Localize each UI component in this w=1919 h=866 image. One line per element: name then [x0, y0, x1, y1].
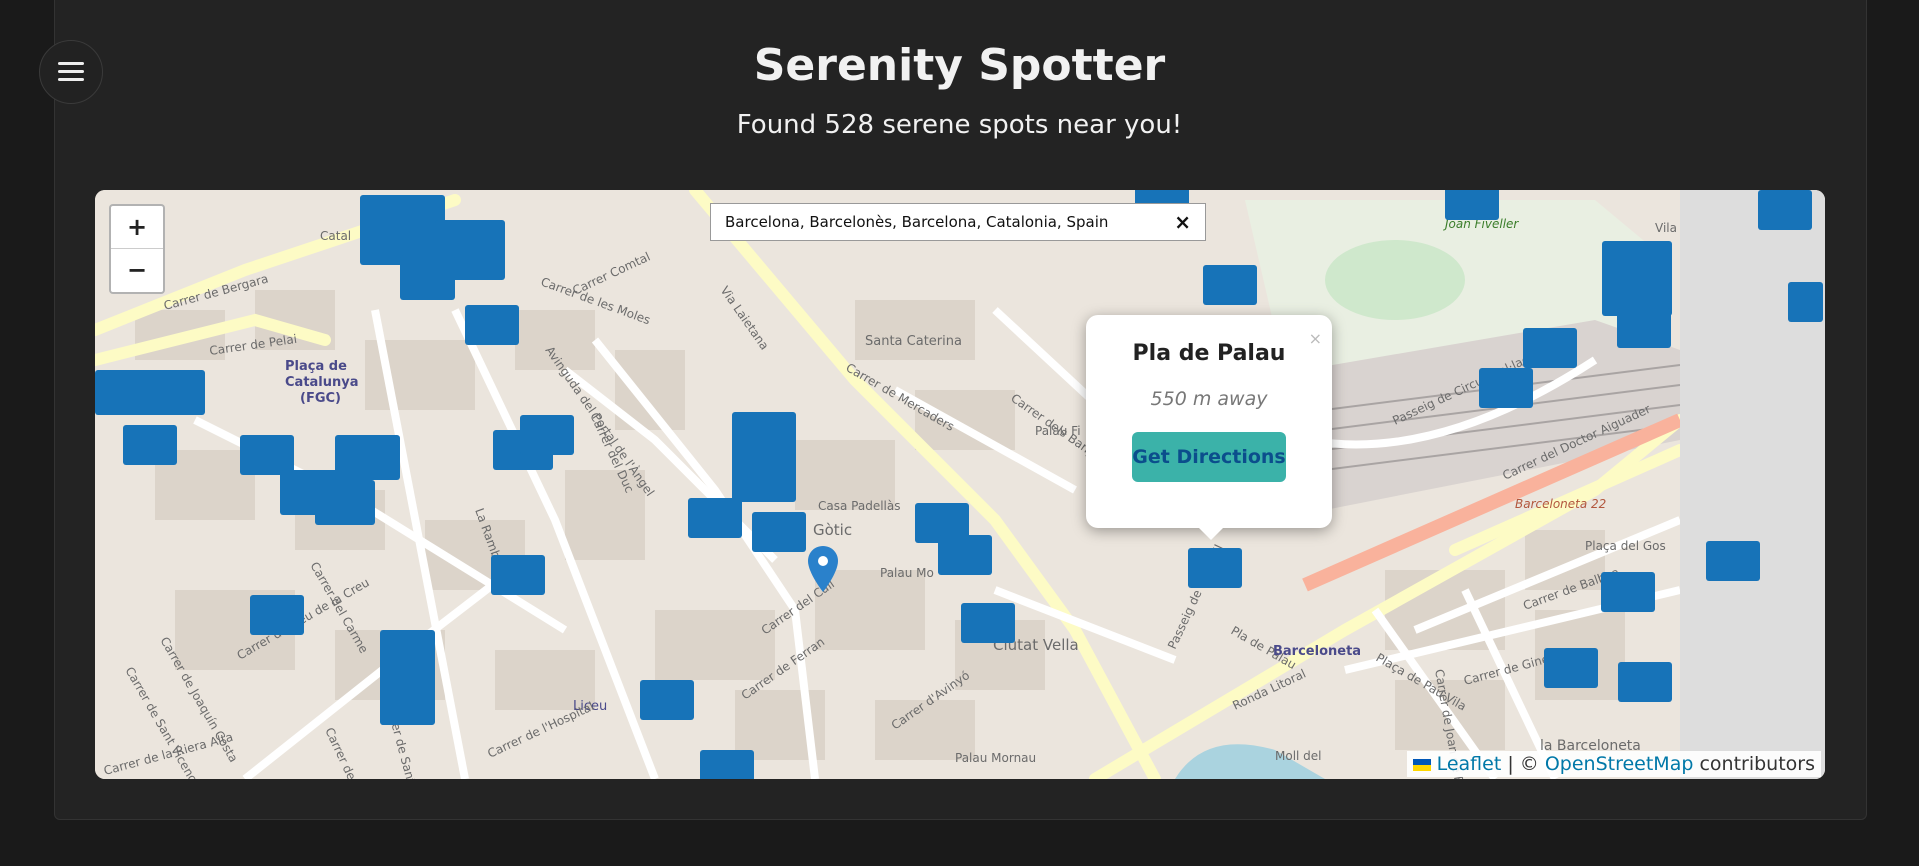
spot-marker[interactable]	[491, 555, 545, 595]
openstreetmap-link[interactable]: OpenStreetMap	[1545, 753, 1694, 775]
zoom-control: + −	[109, 204, 165, 294]
spot-marker[interactable]	[1445, 190, 1499, 220]
map-label: Plaça del Gos	[1585, 539, 1666, 553]
spot-marker[interactable]	[732, 412, 796, 502]
close-icon[interactable]: ×	[1309, 329, 1322, 348]
spot-marker[interactable]	[1523, 328, 1577, 368]
spot-marker[interactable]	[688, 498, 742, 538]
spot-marker[interactable]	[250, 595, 304, 635]
map-label: Gòtic	[813, 521, 852, 539]
map-label: Catalunya	[285, 375, 359, 390]
spot-marker[interactable]	[1617, 308, 1671, 348]
leaflet-link[interactable]: Leaflet	[1437, 753, 1502, 775]
spot-marker[interactable]	[1788, 282, 1823, 322]
spot-marker[interactable]	[961, 603, 1015, 643]
map-unloaded-area	[1680, 190, 1825, 779]
map-label: Palau Mo	[880, 566, 934, 580]
spot-marker[interactable]	[938, 535, 992, 575]
spot-marker[interactable]	[700, 750, 754, 779]
spot-marker[interactable]	[465, 305, 519, 345]
attribution-suffix: contributors	[1699, 753, 1815, 775]
spot-marker[interactable]	[1758, 190, 1812, 230]
spots-count-text: Found 528 serene spots near you!	[736, 110, 1183, 140]
ukraine-flag-icon	[1412, 758, 1431, 771]
spot-marker[interactable]	[123, 425, 177, 465]
map-label: Barceloneta 22	[1515, 497, 1606, 511]
spot-marker[interactable]	[1203, 265, 1257, 305]
map-label: Catal	[320, 229, 351, 243]
spot-marker[interactable]	[1188, 548, 1242, 588]
spot-marker[interactable]	[1618, 662, 1672, 702]
map-label: Palau Mornau	[955, 751, 1036, 765]
map-attribution: Leaflet | © OpenStreetMap contributors	[1406, 751, 1821, 777]
spot-marker[interactable]	[1544, 648, 1598, 688]
clear-search-icon[interactable]: ×	[1174, 210, 1191, 234]
zoom-out-button[interactable]: −	[111, 249, 163, 291]
map-label: (FGC)	[300, 391, 341, 406]
spot-distance: 550 m away	[1150, 388, 1268, 410]
spot-marker[interactable]	[1479, 368, 1533, 408]
map-label: Moll del	[1275, 749, 1322, 763]
spot-name: Pla de Palau	[1132, 341, 1286, 366]
map-label: Plaça de	[285, 359, 347, 374]
spot-marker[interactable]	[520, 415, 574, 455]
spot-marker[interactable]	[380, 630, 435, 725]
map-label: Vila	[1655, 221, 1677, 235]
spot-marker[interactable]	[1706, 541, 1760, 581]
map-label: Santa Caterina	[865, 334, 962, 349]
get-directions-button[interactable]: Get Directions	[1132, 432, 1286, 482]
spot-marker[interactable]	[752, 512, 806, 552]
spot-marker[interactable]	[1602, 241, 1672, 316]
page-title: Serenity Spotter	[753, 40, 1166, 91]
spot-marker[interactable]	[1601, 572, 1655, 612]
spot-marker[interactable]	[400, 255, 455, 300]
map-label: Palau Fi	[1035, 424, 1081, 438]
spot-marker[interactable]	[315, 480, 375, 525]
map-label: Casa Padellàs	[818, 499, 900, 513]
spot-marker[interactable]	[640, 680, 694, 720]
attribution-separator: | ©	[1507, 753, 1539, 775]
spot-marker[interactable]	[240, 435, 294, 475]
map-view[interactable]: Catal Carrer de Bergara Carrer de Pelai …	[95, 190, 1825, 779]
spot-popup: × Pla de Palau 550 m away Get Directions	[1086, 315, 1332, 540]
zoom-in-button[interactable]: +	[111, 206, 163, 249]
location-pin-icon[interactable]	[808, 546, 838, 592]
spot-marker[interactable]	[95, 370, 205, 415]
map-label: Barceloneta	[1273, 644, 1361, 659]
search-input[interactable]: Barcelona, Barcelonès, Barcelona, Catalo…	[725, 213, 1174, 231]
location-search-box[interactable]: Barcelona, Barcelonès, Barcelona, Catalo…	[710, 203, 1206, 241]
spot-marker[interactable]	[335, 435, 400, 480]
